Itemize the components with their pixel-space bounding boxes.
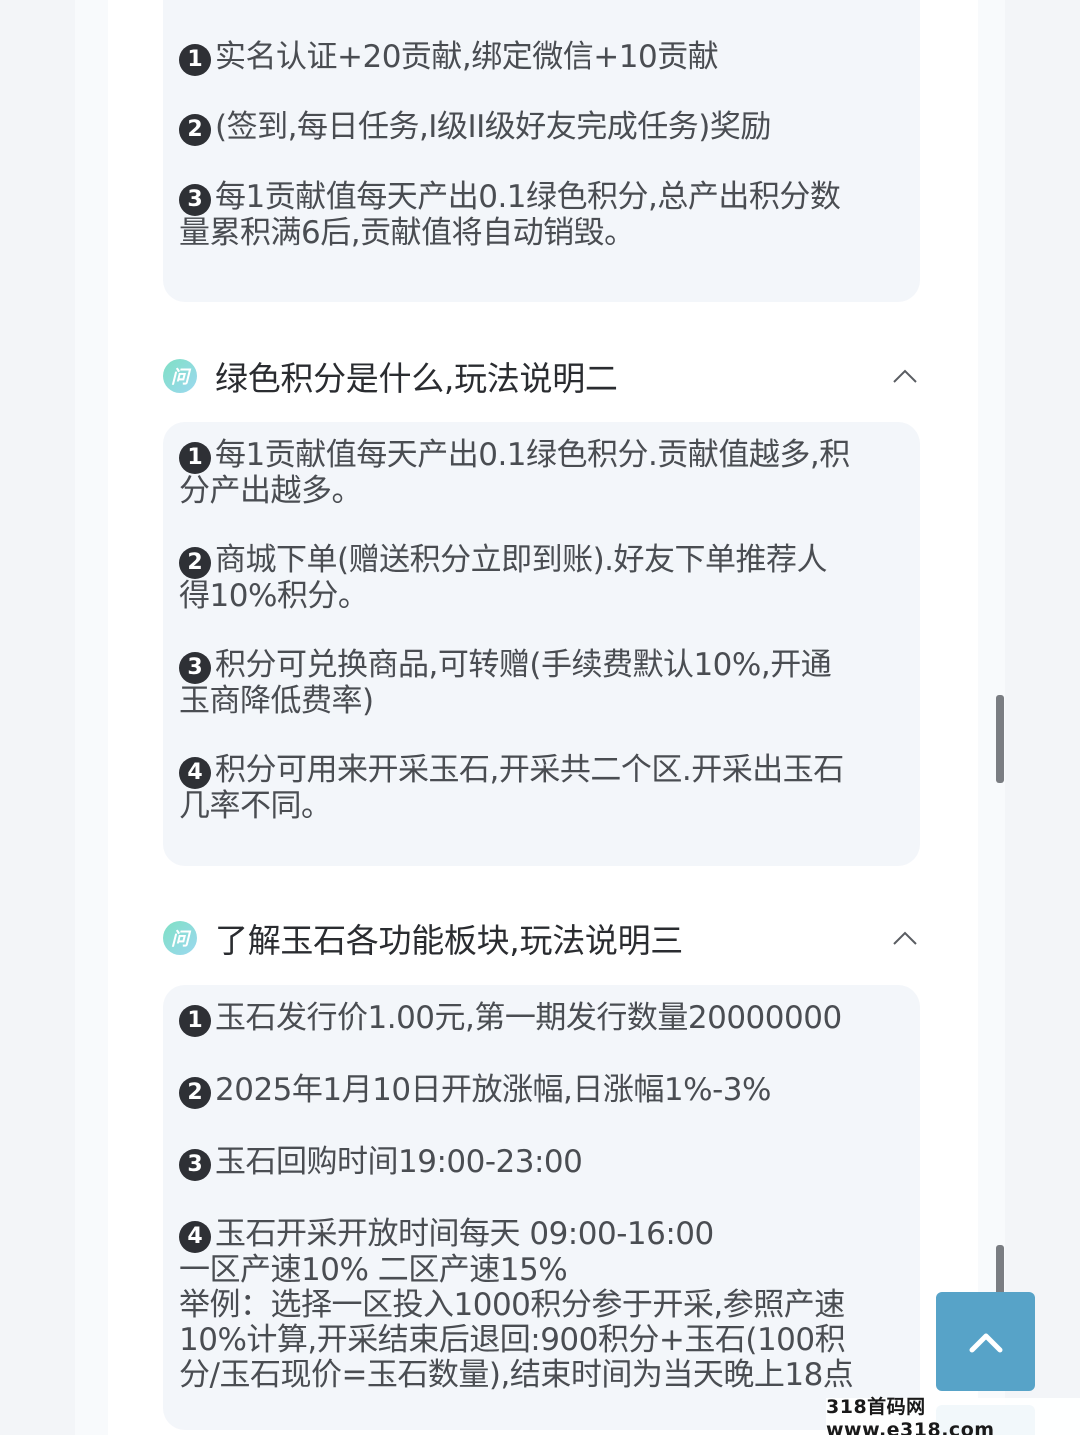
list-item: 3 积分可兑换商品,可转赠(手续费默认10%,开通 玉商降低费率) <box>179 648 906 719</box>
question-icon: 问 <box>163 921 197 955</box>
number-badge: 4 <box>179 1221 211 1253</box>
section3-content-card: 1 玉石发行价1.00元,第一期发行数量20000000 2 2025年1月10日开… <box>163 985 920 1430</box>
item-text: 商城下单(赠送积分立即到账).好友下单推荐人 得10%积分。 <box>179 542 828 614</box>
number-badge: 4 <box>179 757 211 789</box>
watermark: 318首码网 www.e318.com <box>826 1396 1080 1435</box>
item-text: 实名认证+20贡献,绑定微信+10贡献 <box>215 39 719 75</box>
list-item: 1 每1贡献值每天产出0.1绿色积分.贡献值越多,积 分产出越多。 <box>179 438 906 509</box>
item-text: 每1贡献值每天产出0.1绿色积分,总产出积分数 量累积满6后,贡献值将自动销毁。 <box>179 179 841 251</box>
chevron-up-icon[interactable] <box>892 364 918 390</box>
chevron-up-icon[interactable] <box>892 926 918 952</box>
number-badge: 3 <box>179 1149 211 1181</box>
list-item: 4 玉石开采开放时间每天 09:00-16:00 一区产速10% 二区产速15% … <box>179 1217 906 1393</box>
number-badge: 1 <box>179 442 211 474</box>
number-badge: 2 <box>179 114 211 146</box>
list-item: 2 (签到,每日任务,I级II级好友完成任务)奖励 <box>179 110 906 146</box>
item-text: (签到,每日任务,I级II级好友完成任务)奖励 <box>215 109 771 145</box>
section3-header[interactable]: 问 了解玉石各功能板块,玩法说明三 <box>163 908 920 968</box>
item-text: 玉石开采开放时间每天 09:00-16:00 一区产速10% 二区产速15% 举… <box>179 1216 854 1393</box>
number-badge: 2 <box>179 1077 211 1109</box>
section1-content-card: 1 实名认证+20贡献,绑定微信+10贡献 2 (签到,每日任务,I级II级好友完成… <box>163 0 920 302</box>
question-icon: 问 <box>163 359 197 393</box>
list-item: 3 每1贡献值每天产出0.1绿色积分,总产出积分数 量累积满6后,贡献值将自动销毁… <box>179 180 906 251</box>
scrollbar-thumb[interactable] <box>996 1245 1004 1295</box>
chevron-up-icon <box>969 1333 1002 1352</box>
list-item: 1 玉石发行价1.00元,第一期发行数量20000000 <box>179 1001 906 1037</box>
list-item: 3 玉石回购时间19:00-23:00 <box>179 1145 906 1181</box>
item-text: 2025年1月10日开放涨幅,日涨幅1%-3% <box>215 1072 771 1108</box>
section3-title: 了解玉石各功能板块,玩法说明三 <box>215 921 683 960</box>
item-text: 玉石回购时间19:00-23:00 <box>215 1144 583 1180</box>
list-item: 4 积分可用来开采玉石,开采共二个区.开采出玉石 几率不同。 <box>179 753 906 824</box>
back-to-top-button[interactable] <box>936 1292 1035 1391</box>
number-badge: 2 <box>179 547 211 579</box>
number-badge: 1 <box>179 44 211 76</box>
section2-header[interactable]: 问 绿色积分是什么,玩法说明二 <box>163 346 920 406</box>
scrollbar-thumb[interactable] <box>996 695 1004 783</box>
list-item: 2 2025年1月10日开放涨幅,日涨幅1%-3% <box>179 1073 906 1109</box>
list-item: 2 商城下单(赠送积分立即到账).好友下单推荐人 得10%积分。 <box>179 543 906 614</box>
list-item: 1 实名认证+20贡献,绑定微信+10贡献 <box>179 40 906 76</box>
item-text: 积分可兑换商品,可转赠(手续费默认10%,开通 玉商降低费率) <box>179 647 832 719</box>
number-badge: 1 <box>179 1005 211 1037</box>
number-badge: 3 <box>179 184 211 216</box>
number-badge: 3 <box>179 652 211 684</box>
section2-content-card: 1 每1贡献值每天产出0.1绿色积分.贡献值越多,积 分产出越多。 2 商城下单(赠… <box>163 422 920 866</box>
item-text: 玉石发行价1.00元,第一期发行数量20000000 <box>215 1000 842 1036</box>
item-text: 积分可用来开采玉石,开采共二个区.开采出玉石 几率不同。 <box>179 752 844 824</box>
section2-title: 绿色积分是什么,玩法说明二 <box>215 359 618 398</box>
item-text: 每1贡献值每天产出0.1绿色积分.贡献值越多,积 分产出越多。 <box>179 437 850 509</box>
